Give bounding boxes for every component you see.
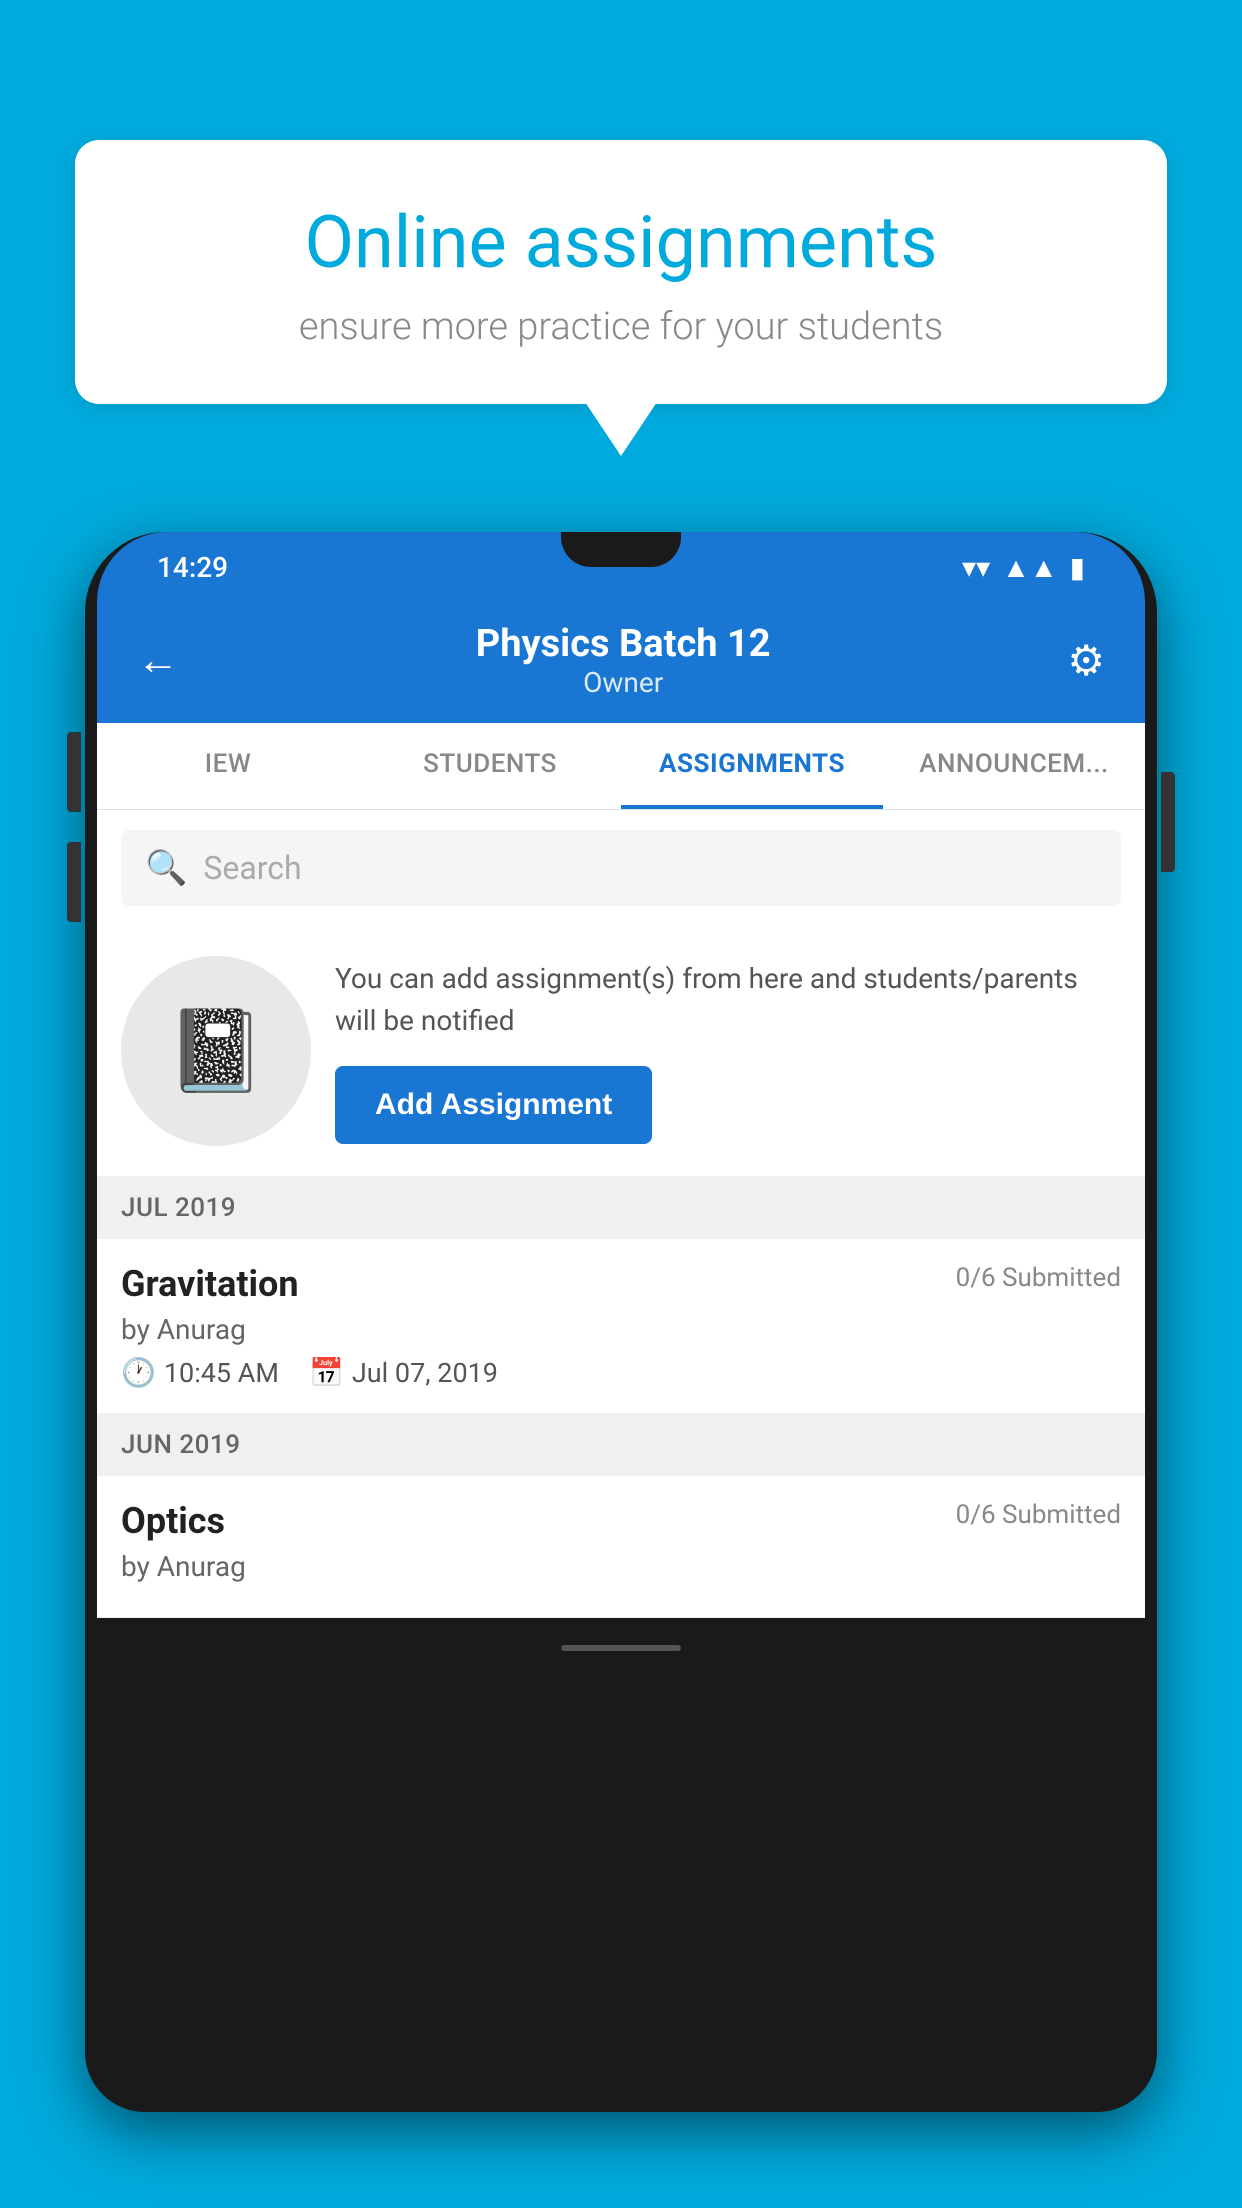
battery-icon: ▮ <box>1070 551 1085 584</box>
assignment-item-header: Gravitation 0/6 Submitted <box>121 1263 1121 1305</box>
phone-container: 14:29 ▾▾ ▲▲ ▮ ← Physics Batch 12 Owner ⚙… <box>85 520 1157 2208</box>
book-icon: 📓 <box>166 1004 266 1098</box>
header-subtitle: Owner <box>476 666 771 699</box>
promo-icon-circle: 📓 <box>121 956 311 1146</box>
promo-text: You can add assignment(s) from here and … <box>335 958 1121 1042</box>
power-button[interactable] <box>1161 772 1175 872</box>
status-time: 14:29 <box>157 551 228 584</box>
home-indicator <box>561 1645 681 1651</box>
calendar-icon: 📅 <box>309 1356 344 1389</box>
promo-content: You can add assignment(s) from here and … <box>335 958 1121 1144</box>
add-assignment-button[interactable]: Add Assignment <box>335 1066 652 1144</box>
header-center: Physics Batch 12 Owner <box>476 622 771 699</box>
meta-date: 📅 Jul 07, 2019 <box>309 1356 498 1389</box>
section-header-jul: JUL 2019 <box>97 1177 1145 1239</box>
assignment-item-gravitation[interactable]: Gravitation 0/6 Submitted by Anurag 🕐 10… <box>97 1239 1145 1414</box>
status-bar: 14:29 ▾▾ ▲▲ ▮ <box>97 532 1145 602</box>
phone-screen: 🔍 Search 📓 You can add assignment(s) fro… <box>97 810 1145 1618</box>
section-header-jun: JUN 2019 <box>97 1414 1145 1476</box>
app-header: ← Physics Batch 12 Owner ⚙ <box>97 602 1145 723</box>
meta-date-value: Jul 07, 2019 <box>352 1357 498 1389</box>
phone-outer: 14:29 ▾▾ ▲▲ ▮ ← Physics Batch 12 Owner ⚙… <box>85 532 1157 2112</box>
search-bar-container: 🔍 Search <box>97 810 1145 926</box>
status-icons: ▾▾ ▲▲ ▮ <box>962 551 1085 584</box>
volume-down-button[interactable] <box>67 842 81 922</box>
phone-notch <box>561 532 681 567</box>
phone-bottom-bar <box>97 1618 1145 1678</box>
tab-bar: IEW STUDENTS ASSIGNMENTS ANNOUNCEM... <box>97 723 1145 810</box>
assignment-name: Gravitation <box>121 1263 299 1305</box>
assignment-submitted: 0/6 Submitted <box>956 1263 1121 1293</box>
speech-bubble: Online assignments ensure more practice … <box>75 140 1167 404</box>
back-button[interactable]: ← <box>137 636 179 685</box>
assignment-name-optics: Optics <box>121 1500 225 1542</box>
assignment-item-header-optics: Optics 0/6 Submitted <box>121 1500 1121 1542</box>
tab-iew[interactable]: IEW <box>97 723 359 809</box>
speech-bubble-title: Online assignments <box>145 200 1097 285</box>
speech-bubble-container: Online assignments ensure more practice … <box>75 140 1167 404</box>
tab-announcements[interactable]: ANNOUNCEM... <box>883 723 1145 809</box>
settings-icon[interactable]: ⚙ <box>1067 636 1105 686</box>
assignment-item-optics[interactable]: Optics 0/6 Submitted by Anurag <box>97 1476 1145 1618</box>
tab-students[interactable]: STUDENTS <box>359 723 621 809</box>
search-placeholder: Search <box>203 849 301 887</box>
meta-time-value: 10:45 AM <box>164 1357 279 1389</box>
speech-bubble-subtitle: ensure more practice for your students <box>145 305 1097 349</box>
meta-time: 🕐 10:45 AM <box>121 1356 279 1389</box>
search-bar[interactable]: 🔍 Search <box>121 830 1121 906</box>
search-icon: 🔍 <box>145 848 187 888</box>
assignment-by: by Anurag <box>121 1313 1121 1346</box>
signal-icon: ▲▲ <box>1002 551 1057 584</box>
tab-assignments[interactable]: ASSIGNMENTS <box>621 723 883 809</box>
header-title: Physics Batch 12 <box>476 622 771 666</box>
volume-up-button[interactable] <box>67 732 81 812</box>
assignment-submitted-optics: 0/6 Submitted <box>956 1500 1121 1530</box>
assignment-promo: 📓 You can add assignment(s) from here an… <box>97 926 1145 1177</box>
assignment-meta: 🕐 10:45 AM 📅 Jul 07, 2019 <box>121 1356 1121 1389</box>
wifi-icon: ▾▾ <box>962 551 990 584</box>
clock-icon: 🕐 <box>121 1356 156 1389</box>
assignment-by-optics: by Anurag <box>121 1550 1121 1583</box>
